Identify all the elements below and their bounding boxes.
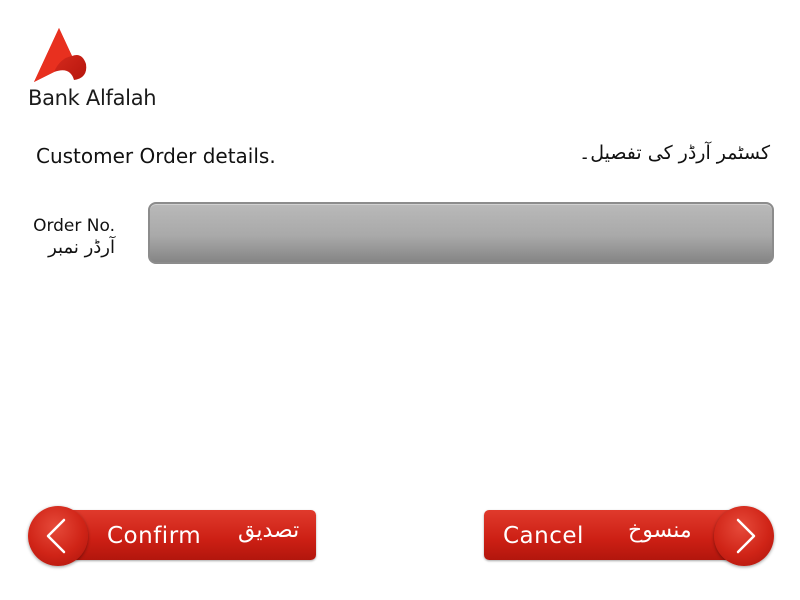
bank-logo: Bank Alfalah [28, 26, 178, 116]
order-number-input[interactable] [148, 202, 774, 264]
order-number-label-ur: آرڈر نمبر [48, 237, 115, 258]
order-number-label: Order No. آرڈر نمبر [33, 215, 115, 259]
atm-screen: Bank Alfalah Customer Order details. کسٹ… [0, 0, 800, 600]
bank-name: Bank Alfalah [28, 86, 157, 110]
page-title-urdu: کسٹمر آرڈر کی تفصیل۔ [579, 142, 770, 164]
chevron-right-icon[interactable] [714, 506, 774, 566]
chevron-left-icon[interactable] [28, 506, 88, 566]
bank-alfalah-logo-icon [34, 28, 87, 82]
cancel-button[interactable]: Cancel منسوخ [484, 506, 774, 566]
cancel-label: Cancel [503, 523, 584, 549]
confirm-label-urdu: تصدیق [238, 518, 300, 543]
order-number-label-en: Order No. [33, 216, 115, 236]
confirm-button[interactable]: Confirm تصدیق [28, 506, 318, 566]
cancel-label-urdu: منسوخ [628, 518, 692, 543]
page-title: Customer Order details. [36, 144, 276, 168]
confirm-label: Confirm [107, 523, 202, 549]
